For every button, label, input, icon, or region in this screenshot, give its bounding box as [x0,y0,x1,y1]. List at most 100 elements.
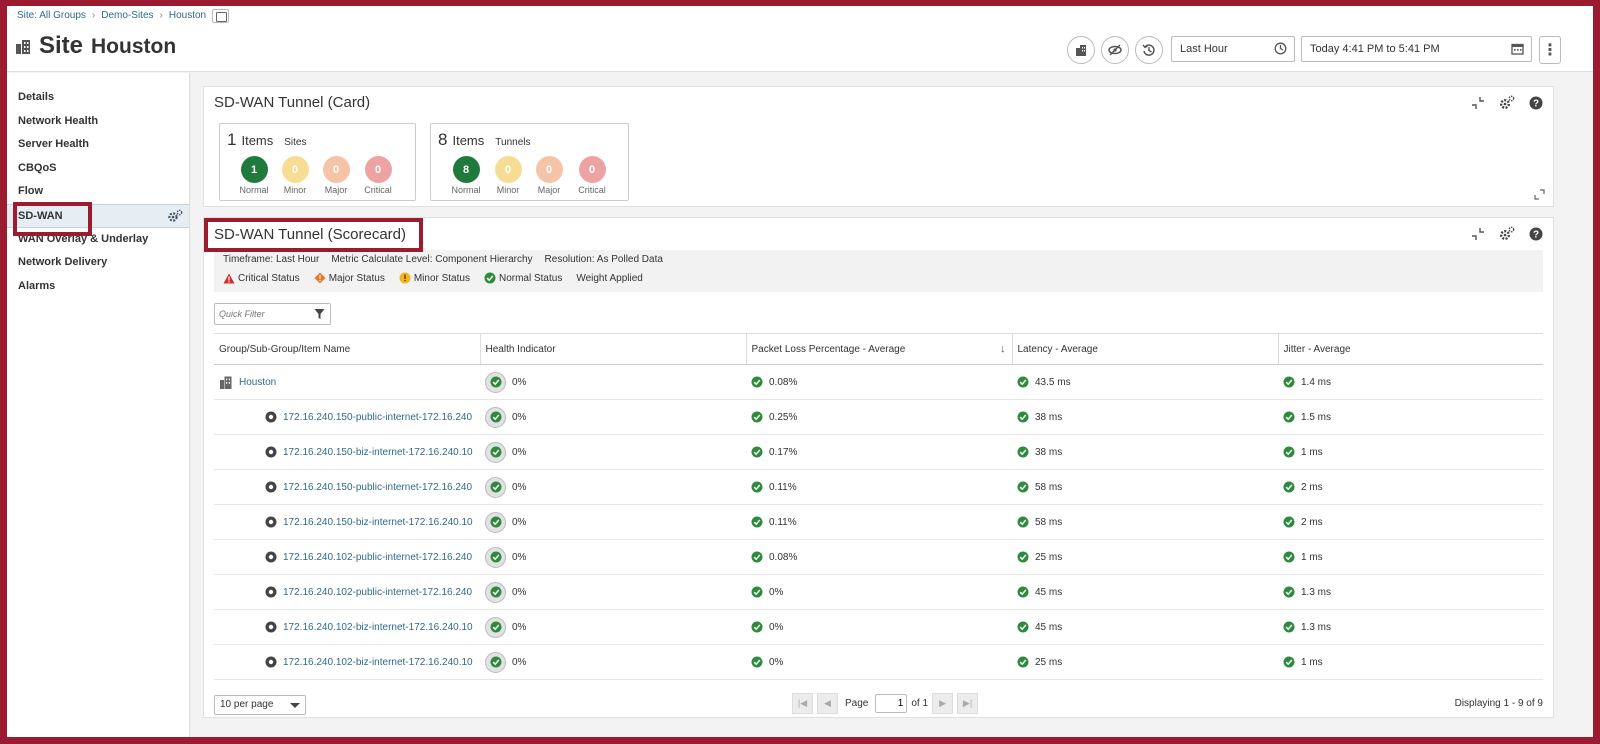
page-number-input[interactable] [875,694,908,713]
table-row[interactable]: 172.16.240.150-biz-internet-172.16.240.1… [214,434,1543,470]
col-latency[interactable]: Latency - Average [1012,333,1279,365]
quick-filter-input[interactable] [219,305,309,323]
card-count: 1 [227,130,237,149]
item-name-link[interactable]: Houston [239,377,276,388]
table-row[interactable]: Houston 0% 0.08% 43.5 ms 1.4 ms [214,364,1543,400]
status-circle: 8 [452,156,480,183]
table-row[interactable]: 172.16.240.102-public-internet-172.16.24… [214,539,1543,575]
hierarchy-icon[interactable] [212,9,230,23]
collapse-icon[interactable] [1471,227,1485,241]
cell-jitter: 1.5 ms [1278,399,1543,435]
next-page-button[interactable]: ▶ [932,693,954,714]
sites-card[interactable]: 1 Items Sites 1 Normal 0 Minor 0 Major 0… [219,123,416,201]
item-name-link[interactable]: 172.16.240.150-public-internet-172.16.24… [283,412,472,423]
status-normal[interactable]: 1 Normal [234,156,274,195]
card-items-label: Items [452,133,485,148]
col-jitter[interactable]: Jitter - Average [1278,333,1543,365]
item-name-link[interactable]: 172.16.240.150-biz-internet-172.16.240.1… [283,447,473,458]
cell-health: 0% [480,644,746,680]
prev-page-button[interactable]: ◀ [817,693,838,714]
health-value: 0% [512,621,527,633]
breadcrumb-houston[interactable]: Houston [169,10,206,21]
normal-status-icon [751,481,763,493]
normal-status-icon [1283,411,1295,423]
col-packet-loss[interactable]: Packet Loss Percentage - Average ↓ [746,333,1013,365]
cell-latency: 25 ms [1012,539,1278,575]
status-circle: 0 [364,156,392,183]
item-name-link[interactable]: 172.16.240.150-biz-internet-172.16.240.1… [283,517,473,528]
table-row[interactable]: 172.16.240.150-biz-internet-172.16.240.1… [214,504,1543,540]
sidebar-item-network-health[interactable]: Network Health [7,110,189,134]
last-page-button[interactable]: ▶| [957,693,979,714]
sort-desc-icon: ↓ [1000,343,1006,355]
table-row[interactable]: 172.16.240.102-biz-internet-172.16.240.1… [214,609,1543,645]
collapse-icon[interactable] [1471,96,1485,110]
normal-status-icon [1017,656,1029,668]
cell-item-name: 172.16.240.102-biz-internet-172.16.240.1… [214,609,480,645]
cell-latency: 45 ms [1012,609,1278,645]
latency-value: 58 ms [1035,516,1063,528]
timeframe-select[interactable]: Last Hour [1171,36,1295,62]
svg-text:?: ? [1533,229,1539,240]
sidebar-item-alarms[interactable]: Alarms [7,275,189,299]
status-normal[interactable]: 8 Normal [446,156,486,195]
normal-status-icon [1283,586,1295,598]
normal-status-icon [1017,376,1029,388]
health-ring [485,406,506,428]
expand-icon[interactable] [1534,189,1545,200]
status-major[interactable]: 0 Major [529,156,569,195]
gear-icon[interactable] [1499,95,1515,110]
help-icon[interactable]: ? [1529,227,1543,241]
table-row[interactable]: 172.16.240.102-public-internet-172.16.24… [214,574,1543,610]
packet-loss-value: 0.11% [769,481,797,493]
normal-icon [484,272,496,284]
status-critical[interactable]: 0 Critical [358,156,398,195]
history-button[interactable] [1135,36,1163,64]
breadcrumb-all-groups[interactable]: Site: All Groups [17,10,86,21]
status-minor[interactable]: 0 Minor [275,156,315,195]
cell-item-name: 172.16.240.150-public-internet-172.16.24… [214,469,480,505]
date-range-value: Today 4:41 PM to 5:41 PM [1310,43,1440,55]
building-view-button[interactable] [1067,36,1095,64]
cell-health: 0% [480,469,746,505]
table-row[interactable]: 172.16.240.102-biz-internet-172.16.240.1… [214,644,1543,680]
item-name-link[interactable]: 172.16.240.102-public-internet-172.16.24… [283,587,472,598]
tunnel-node-icon [265,411,277,423]
sidebar-item-server-health[interactable]: Server Health [7,133,189,157]
col-item-name[interactable]: Group/Sub-Group/Item Name [214,333,481,365]
cell-health: 0% [480,574,746,610]
sidebar-item-flow[interactable]: Flow [7,180,189,204]
date-range-field[interactable]: Today 4:41 PM to 5:41 PM [1301,36,1532,62]
sidebar-item-details[interactable]: Details [7,86,189,110]
cell-latency: 38 ms [1012,434,1278,470]
tunnels-card[interactable]: 8 Items Tunnels 8 Normal 0 Minor 0 Major… [430,123,629,201]
hide-button[interactable] [1101,36,1129,64]
per-page-select[interactable]: 10 per page [214,695,306,715]
item-name-link[interactable]: 172.16.240.150-public-internet-172.16.24… [283,482,472,493]
meta-resolution: Resolution: As Polled Data [544,254,663,265]
filter-icon[interactable] [314,308,325,320]
status-major[interactable]: 0 Major [316,156,356,195]
item-name-link[interactable]: 172.16.240.102-biz-internet-172.16.240.1… [283,622,473,633]
sidebar-item-network-delivery[interactable]: Network Delivery [7,251,189,275]
cell-packet-loss: 0.25% [746,399,1012,435]
col-health-indicator[interactable]: Health Indicator [480,333,747,365]
more-options-button[interactable]: ⋮ [1539,36,1561,64]
status-critical[interactable]: 0 Critical [572,156,612,195]
gear-icon[interactable] [1499,226,1515,241]
help-icon[interactable]: ? [1529,96,1543,110]
item-name-link[interactable]: 172.16.240.102-biz-internet-172.16.240.1… [283,657,473,668]
health-ring [485,651,506,673]
table-row[interactable]: 172.16.240.150-public-internet-172.16.24… [214,399,1543,435]
status-minor[interactable]: 0 Minor [488,156,528,195]
minor-icon [399,272,411,284]
first-page-button[interactable]: |◀ [792,693,813,714]
breadcrumb-demo-sites[interactable]: Demo-Sites [101,10,153,21]
table-row[interactable]: 172.16.240.150-public-internet-172.16.24… [214,469,1543,505]
item-name-link[interactable]: 172.16.240.102-public-internet-172.16.24… [283,552,472,563]
quick-filter[interactable] [214,303,331,325]
gear-icon[interactable] [167,209,183,223]
major-icon [314,272,326,284]
sidebar-item-cbqos[interactable]: CBQoS [7,157,189,181]
packet-loss-value: 0% [769,586,784,598]
